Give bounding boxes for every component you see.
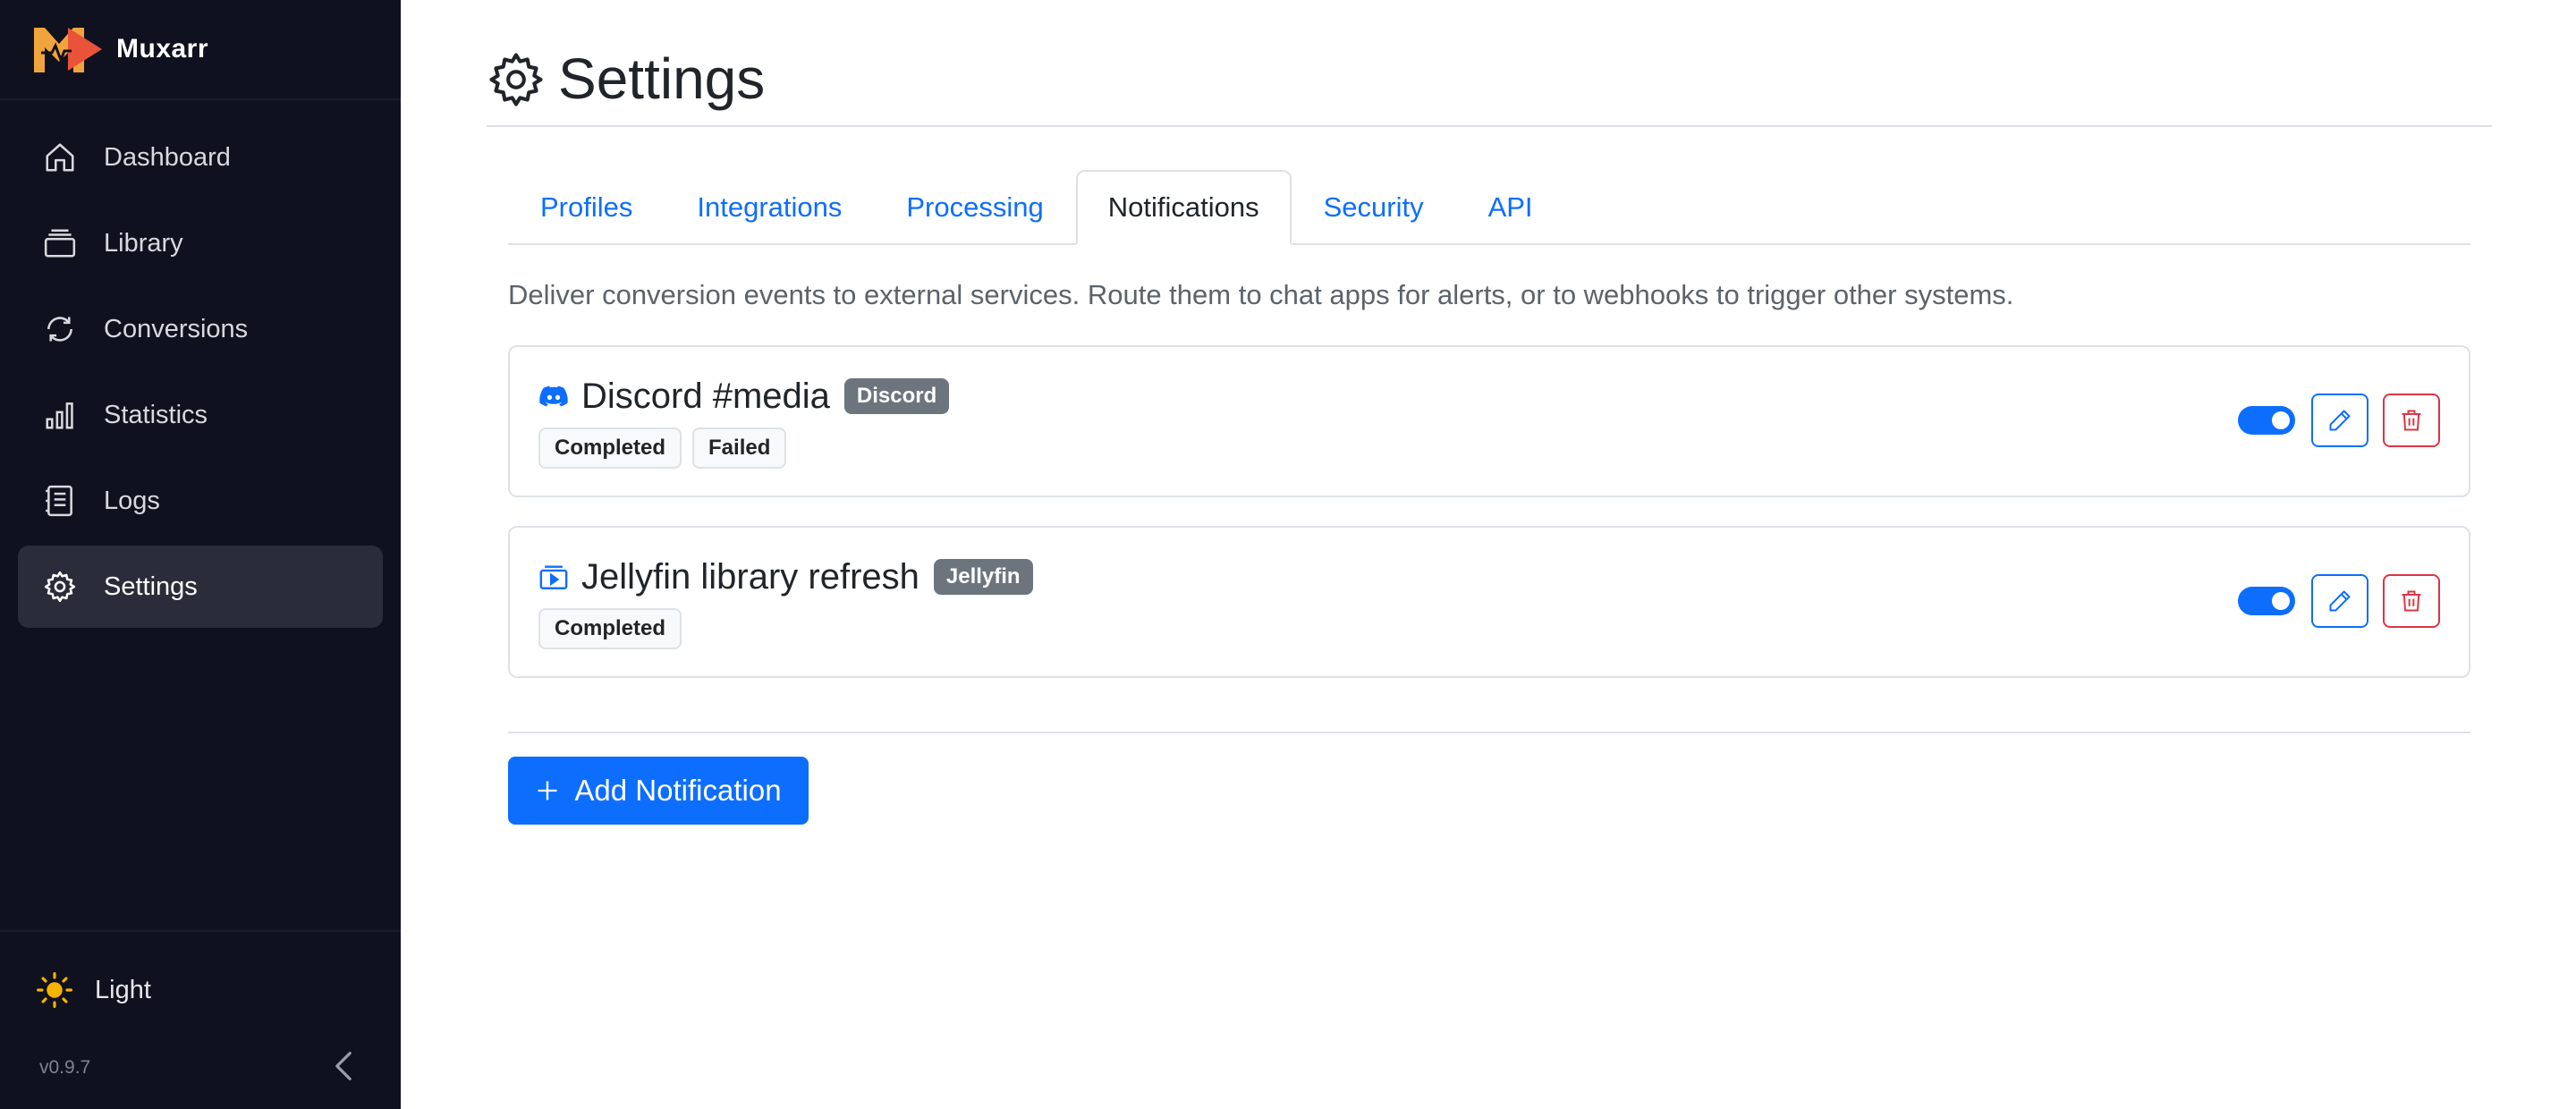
enable-toggle[interactable] xyxy=(2238,406,2295,435)
notification-name: Jellyfin library refresh xyxy=(581,556,919,597)
edit-button[interactable] xyxy=(2311,394,2368,447)
main-content: Settings Profiles Integrations Processin… xyxy=(401,0,2576,1109)
jellyfin-icon xyxy=(539,565,568,589)
sidebar-item-settings[interactable]: Settings xyxy=(18,546,383,628)
notification-card: Discord #media Discord Completed Failed xyxy=(508,345,2470,497)
trash-icon xyxy=(2402,590,2421,612)
event-badge-completed: Completed xyxy=(538,608,682,649)
sidebar-item-label: Settings xyxy=(104,571,198,601)
event-badge-failed: Failed xyxy=(692,428,787,469)
sidebar-item-label: Library xyxy=(104,228,183,258)
gear-icon xyxy=(44,571,76,603)
notification-type-badge: Jellyfin xyxy=(933,559,1033,595)
app-root: Muxarr Dashboard Library Conversions Sta… xyxy=(0,0,2576,1109)
delete-button[interactable] xyxy=(2383,574,2440,628)
tab-notifications[interactable]: Notifications xyxy=(1075,170,1292,245)
notification-name: Discord #media xyxy=(581,376,830,416)
event-badges: Completed Failed xyxy=(538,428,787,469)
sidebar-footer: Light v0.9.7 xyxy=(0,930,401,1109)
version-label: v0.9.7 xyxy=(39,1057,91,1078)
sidebar-item-conversions[interactable]: Conversions xyxy=(18,288,383,370)
sidebar-item-logs[interactable]: Logs xyxy=(18,460,383,542)
sidebar: Muxarr Dashboard Library Conversions Sta… xyxy=(0,0,401,1109)
pencil-icon xyxy=(2329,410,2351,431)
event-badges: Completed xyxy=(538,608,682,649)
tab-integrations[interactable]: Integrations xyxy=(665,170,874,245)
notification-card: Jellyfin library refresh Jellyfin Comple… xyxy=(508,526,2470,678)
sidebar-item-label: Logs xyxy=(104,486,160,515)
sidebar-item-label: Dashboard xyxy=(104,142,231,172)
sidebar-item-dashboard[interactable]: Dashboard xyxy=(18,116,383,199)
tab-api[interactable]: API xyxy=(1456,170,1565,245)
home-icon xyxy=(46,143,74,172)
delete-button[interactable] xyxy=(2383,394,2440,447)
pencil-icon xyxy=(2329,590,2351,612)
sidebar-item-label: Conversions xyxy=(104,314,249,343)
edit-button[interactable] xyxy=(2311,574,2368,628)
bar-chart-icon xyxy=(46,402,73,429)
sun-icon xyxy=(37,972,72,1008)
theme-toggle[interactable]: Light xyxy=(36,968,151,1012)
page-header: Settings xyxy=(487,43,2492,127)
chevron-left-icon xyxy=(335,1051,352,1081)
event-badge-completed: Completed xyxy=(538,428,682,469)
sidebar-nav: Dashboard Library Conversions Statistics… xyxy=(0,100,401,628)
notification-type-badge: Discord xyxy=(843,378,950,414)
muxarr-logo-icon xyxy=(34,28,102,72)
sidebar-item-statistics[interactable]: Statistics xyxy=(18,374,383,456)
trash-icon xyxy=(2402,410,2421,431)
sidebar-item-library[interactable]: Library xyxy=(18,202,383,284)
notification-title-row: Jellyfin library refresh Jellyfin xyxy=(538,554,1033,599)
sidebar-item-label: Statistics xyxy=(104,400,208,429)
settings-tabs: Profiles Integrations Processing Notific… xyxy=(508,170,2470,245)
notification-actions xyxy=(2238,574,2440,628)
brand[interactable]: Muxarr xyxy=(0,0,401,100)
plus-icon xyxy=(538,781,557,800)
notification-title-row: Discord #media Discord xyxy=(538,374,950,419)
divider xyxy=(508,732,2470,733)
tab-security[interactable]: Security xyxy=(1292,170,1456,245)
app-name: Muxarr xyxy=(116,34,209,63)
library-icon xyxy=(44,229,76,258)
collapse-sidebar-button[interactable] xyxy=(327,1046,360,1086)
notification-actions xyxy=(2238,394,2440,447)
add-notification-label: Add Notification xyxy=(574,774,782,807)
discord-icon xyxy=(539,385,568,407)
refresh-icon xyxy=(47,317,72,342)
theme-label: Light xyxy=(95,975,151,1004)
gear-icon xyxy=(489,53,543,106)
tab-profiles[interactable]: Profiles xyxy=(508,170,665,245)
tab-processing[interactable]: Processing xyxy=(874,170,1075,245)
add-notification-button[interactable]: Add Notification xyxy=(508,757,809,825)
log-icon xyxy=(46,485,72,517)
notifications-description: Deliver conversion events to external se… xyxy=(508,279,2014,310)
page-title: Settings xyxy=(558,47,766,111)
enable-toggle[interactable] xyxy=(2238,587,2295,615)
